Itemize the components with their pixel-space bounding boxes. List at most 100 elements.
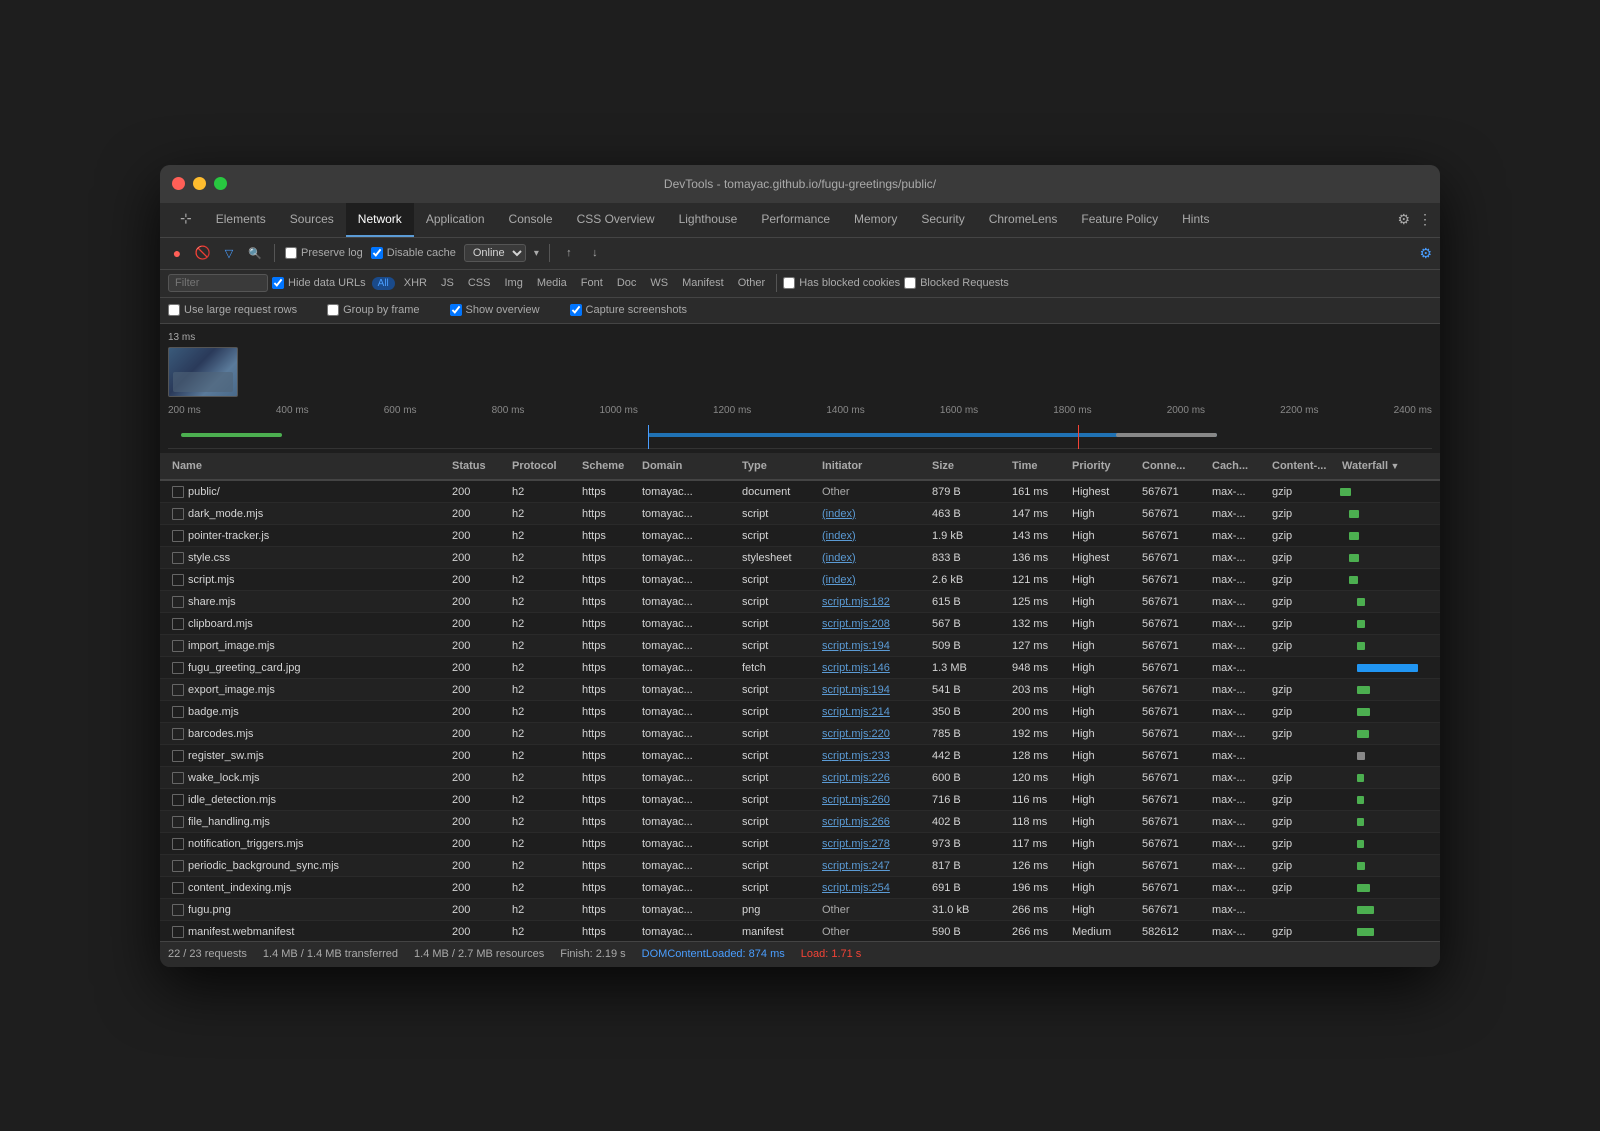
file-name[interactable]: import_image.mjs <box>188 640 275 652</box>
table-row[interactable]: export_image.mjs 200 h2 https tomayac...… <box>160 679 1440 701</box>
tab-sources[interactable]: Sources <box>278 203 346 237</box>
table-row[interactable]: fugu_greeting_card.jpg 200 h2 https toma… <box>160 657 1440 679</box>
record-button[interactable]: ● <box>168 244 186 262</box>
large-rows-checkbox[interactable] <box>168 304 180 316</box>
initiator-link[interactable]: script.mjs:194 <box>822 640 890 652</box>
initiator-link[interactable]: script.mjs:146 <box>822 662 890 674</box>
table-row[interactable]: barcodes.mjs 200 h2 https tomayac... scr… <box>160 723 1440 745</box>
hide-data-urls-label[interactable]: Hide data URLs <box>272 277 366 289</box>
tab-lighthouse[interactable]: Lighthouse <box>667 203 750 237</box>
blocked-requests-checkbox[interactable] <box>904 277 916 289</box>
initiator-link[interactable]: script.mjs:194 <box>822 684 890 696</box>
filter-tag-css[interactable]: CSS <box>463 276 496 290</box>
initiator-link[interactable]: script.mjs:220 <box>822 728 890 740</box>
has-blocked-cookies-checkbox[interactable] <box>783 277 795 289</box>
initiator-link[interactable]: script.mjs:254 <box>822 882 890 894</box>
group-by-frame-label[interactable]: Group by frame <box>327 304 419 316</box>
col-name[interactable]: Name <box>168 460 448 472</box>
filter-tag-ws[interactable]: WS <box>645 276 673 290</box>
file-name[interactable]: pointer-tracker.js <box>188 530 269 542</box>
show-overview-label[interactable]: Show overview <box>450 304 540 316</box>
file-name[interactable]: style.css <box>188 552 230 564</box>
file-name[interactable]: wake_lock.mjs <box>188 772 260 784</box>
table-row[interactable]: pointer-tracker.js 200 h2 https tomayac.… <box>160 525 1440 547</box>
table-row[interactable]: public/ 200 h2 https tomayac... document… <box>160 481 1440 503</box>
import-button[interactable]: ↑ <box>560 244 578 262</box>
filter-tag-media[interactable]: Media <box>532 276 572 290</box>
table-row[interactable]: register_sw.mjs 200 h2 https tomayac... … <box>160 745 1440 767</box>
filter-tag-doc[interactable]: Doc <box>612 276 642 290</box>
col-priority[interactable]: Priority <box>1068 460 1138 472</box>
table-row[interactable]: badge.mjs 200 h2 https tomayac... script… <box>160 701 1440 723</box>
col-cache[interactable]: Cach... <box>1208 460 1268 472</box>
table-row[interactable]: script.mjs 200 h2 https tomayac... scrip… <box>160 569 1440 591</box>
tab-cursor-icon[interactable]: ⊹ <box>168 203 204 237</box>
tab-performance[interactable]: Performance <box>749 203 842 237</box>
tab-hints[interactable]: Hints <box>1170 203 1221 237</box>
initiator-link[interactable]: script.mjs:182 <box>822 596 890 608</box>
initiator-link[interactable]: script.mjs:247 <box>822 860 890 872</box>
initiator-link[interactable]: (index) <box>822 530 856 542</box>
minimize-button[interactable] <box>193 177 206 190</box>
file-name[interactable]: badge.mjs <box>188 706 239 718</box>
table-row[interactable]: style.css 200 h2 https tomayac... styles… <box>160 547 1440 569</box>
more-options-icon[interactable]: ⋮ <box>1418 211 1432 228</box>
initiator-link[interactable]: script.mjs:208 <box>822 618 890 630</box>
filter-tag-all[interactable]: All <box>372 277 395 290</box>
col-protocol[interactable]: Protocol <box>508 460 578 472</box>
disable-cache-checkbox[interactable] <box>371 247 383 259</box>
file-name[interactable]: fugu.png <box>188 904 231 916</box>
table-row[interactable]: idle_detection.mjs 200 h2 https tomayac.… <box>160 789 1440 811</box>
table-row[interactable]: content_indexing.mjs 200 h2 https tomaya… <box>160 877 1440 899</box>
col-time[interactable]: Time <box>1008 460 1068 472</box>
col-waterfall[interactable]: Waterfall <box>1338 460 1432 472</box>
col-size[interactable]: Size <box>928 460 1008 472</box>
col-scheme[interactable]: Scheme <box>578 460 638 472</box>
col-initiator[interactable]: Initiator <box>818 460 928 472</box>
file-name[interactable]: share.mjs <box>188 596 236 608</box>
filter-tag-font[interactable]: Font <box>576 276 608 290</box>
file-name[interactable]: manifest.webmanifest <box>188 926 294 938</box>
file-name[interactable]: public/ <box>188 486 220 498</box>
table-row[interactable]: import_image.mjs 200 h2 https tomayac...… <box>160 635 1440 657</box>
tab-network[interactable]: Network <box>346 203 414 237</box>
file-name[interactable]: clipboard.mjs <box>188 618 253 630</box>
tab-memory[interactable]: Memory <box>842 203 909 237</box>
filter-tag-img[interactable]: Img <box>499 276 527 290</box>
tab-feature-policy[interactable]: Feature Policy <box>1069 203 1170 237</box>
filter-tag-other[interactable]: Other <box>733 276 771 290</box>
file-name[interactable]: export_image.mjs <box>188 684 275 696</box>
col-status[interactable]: Status <box>448 460 508 472</box>
file-name[interactable]: fugu_greeting_card.jpg <box>188 662 301 674</box>
filter-tag-manifest[interactable]: Manifest <box>677 276 729 290</box>
initiator-link[interactable]: (index) <box>822 552 856 564</box>
hide-data-urls-checkbox[interactable] <box>272 277 284 289</box>
blocked-requests-label[interactable]: Blocked Requests <box>904 277 1009 289</box>
initiator-link[interactable]: script.mjs:214 <box>822 706 890 718</box>
table-row[interactable]: dark_mode.mjs 200 h2 https tomayac... sc… <box>160 503 1440 525</box>
col-conn[interactable]: Conne... <box>1138 460 1208 472</box>
has-blocked-cookies-label[interactable]: Has blocked cookies <box>783 277 900 289</box>
preserve-log-label[interactable]: Preserve log <box>285 247 363 259</box>
capture-screenshots-label[interactable]: Capture screenshots <box>570 304 688 316</box>
maximize-button[interactable] <box>214 177 227 190</box>
col-type[interactable]: Type <box>738 460 818 472</box>
initiator-link[interactable]: (index) <box>822 574 856 586</box>
preserve-log-checkbox[interactable] <box>285 247 297 259</box>
initiator-link[interactable]: script.mjs:226 <box>822 772 890 784</box>
disable-cache-label[interactable]: Disable cache <box>371 247 456 259</box>
filter-input[interactable] <box>168 274 268 292</box>
initiator-link[interactable]: (index) <box>822 508 856 520</box>
file-name[interactable]: barcodes.mjs <box>188 728 253 740</box>
capture-screenshots-checkbox[interactable] <box>570 304 582 316</box>
table-row[interactable]: share.mjs 200 h2 https tomayac... script… <box>160 591 1440 613</box>
file-name[interactable]: dark_mode.mjs <box>188 508 263 520</box>
table-row[interactable]: notification_triggers.mjs 200 h2 https t… <box>160 833 1440 855</box>
search-button[interactable]: 🔍 <box>246 244 264 262</box>
initiator-link[interactable]: script.mjs:260 <box>822 794 890 806</box>
file-name[interactable]: notification_triggers.mjs <box>188 838 304 850</box>
file-name[interactable]: idle_detection.mjs <box>188 794 276 806</box>
group-by-frame-checkbox[interactable] <box>327 304 339 316</box>
filter-tag-xhr[interactable]: XHR <box>399 276 432 290</box>
clear-button[interactable]: 🚫 <box>194 244 212 262</box>
